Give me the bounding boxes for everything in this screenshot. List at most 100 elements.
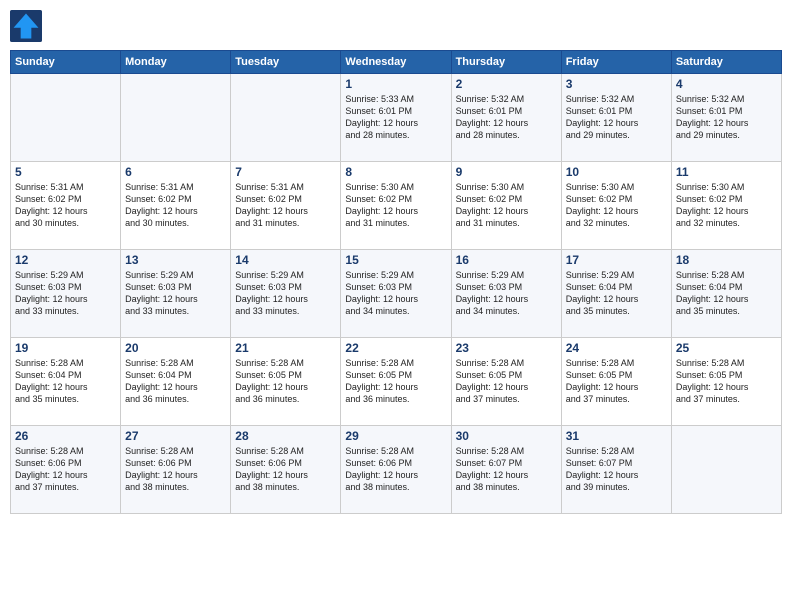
- day-number: 5: [15, 165, 116, 179]
- calendar-cell: 31 Sunrise: 5:28 AM Sunset: 6:07 PM Dayli…: [561, 426, 671, 514]
- calendar-cell: [671, 426, 781, 514]
- calendar-cell: 28 Sunrise: 5:28 AM Sunset: 6:06 PM Dayli…: [231, 426, 341, 514]
- day-info: Sunrise: 5:32 AM Sunset: 6:01 PM Dayligh…: [566, 93, 667, 142]
- calendar-week: 12 Sunrise: 5:29 AM Sunset: 6:03 PM Dayli…: [11, 250, 782, 338]
- day-number: 14: [235, 253, 336, 267]
- calendar-cell: 14Sunrise: 5:29 AM Sunset: 6:03 PM Dayli…: [231, 250, 341, 338]
- calendar-week: 26 Sunrise: 5:28 AM Sunset: 6:06 PM Dayli…: [11, 426, 782, 514]
- calendar-cell: 4 Sunrise: 5:32 AM Sunset: 6:01 PM Daylig…: [671, 74, 781, 162]
- day-info: Sunrise: 5:28 AM Sunset: 6:05 PM Dayligh…: [676, 357, 777, 406]
- calendar-header: SundayMondayTuesdayWednesdayThursdayFrid…: [11, 51, 782, 74]
- calendar-cell: 24 Sunrise: 5:28 AM Sunset: 6:05 PM Dayli…: [561, 338, 671, 426]
- day-number: 31: [566, 429, 667, 443]
- day-number: 26: [15, 429, 116, 443]
- day-info: Sunrise: 5:31 AM Sunset: 6:02 PM Dayligh…: [125, 181, 226, 230]
- calendar-cell: 3 Sunrise: 5:32 AM Sunset: 6:01 PM Daylig…: [561, 74, 671, 162]
- calendar-cell: [121, 74, 231, 162]
- day-number: 12: [15, 253, 116, 267]
- calendar-cell: 1 Sunrise: 5:33 AM Sunset: 6:01 PM Daylig…: [341, 74, 451, 162]
- day-number: 11: [676, 165, 777, 179]
- header-day: Thursday: [451, 51, 561, 74]
- day-info: Sunrise: 5:28 AM Sunset: 6:06 PM Dayligh…: [15, 445, 116, 494]
- calendar-cell: [231, 74, 341, 162]
- day-info: Sunrise: 5:29 AM Sunset: 6:03 PM Dayligh…: [345, 269, 446, 318]
- day-number: 9: [456, 165, 557, 179]
- logo-icon: [10, 10, 42, 42]
- logo: [10, 10, 46, 42]
- header-day: Wednesday: [341, 51, 451, 74]
- day-number: 24: [566, 341, 667, 355]
- calendar-week: 19 Sunrise: 5:28 AM Sunset: 6:04 PM Dayli…: [11, 338, 782, 426]
- day-number: 27: [125, 429, 226, 443]
- header-day: Saturday: [671, 51, 781, 74]
- header-day: Tuesday: [231, 51, 341, 74]
- calendar-cell: 17 Sunrise: 5:29 AM Sunset: 6:04 PM Dayli…: [561, 250, 671, 338]
- calendar-table: SundayMondayTuesdayWednesdayThursdayFrid…: [10, 50, 782, 514]
- day-info: Sunrise: 5:31 AM Sunset: 6:02 PM Dayligh…: [235, 181, 336, 230]
- calendar-cell: 26 Sunrise: 5:28 AM Sunset: 6:06 PM Dayli…: [11, 426, 121, 514]
- day-info: Sunrise: 5:28 AM Sunset: 6:05 PM Dayligh…: [235, 357, 336, 406]
- calendar-cell: 11 Sunrise: 5:30 AM Sunset: 6:02 PM Dayli…: [671, 162, 781, 250]
- page-header: [10, 10, 782, 42]
- day-info: Sunrise: 5:32 AM Sunset: 6:01 PM Dayligh…: [456, 93, 557, 142]
- calendar-cell: 21 Sunrise: 5:28 AM Sunset: 6:05 PM Dayli…: [231, 338, 341, 426]
- calendar-cell: 8Sunrise: 5:30 AM Sunset: 6:02 PM Daylig…: [341, 162, 451, 250]
- day-info: Sunrise: 5:28 AM Sunset: 6:07 PM Dayligh…: [456, 445, 557, 494]
- header-day: Friday: [561, 51, 671, 74]
- calendar-cell: 10 Sunrise: 5:30 AM Sunset: 6:02 PM Dayli…: [561, 162, 671, 250]
- calendar-cell: 30Sunrise: 5:28 AM Sunset: 6:07 PM Dayli…: [451, 426, 561, 514]
- day-number: 6: [125, 165, 226, 179]
- calendar-cell: 20 Sunrise: 5:28 AM Sunset: 6:04 PM Dayli…: [121, 338, 231, 426]
- calendar-cell: 23 Sunrise: 5:28 AM Sunset: 6:05 PM Dayli…: [451, 338, 561, 426]
- day-number: 20: [125, 341, 226, 355]
- day-info: Sunrise: 5:30 AM Sunset: 6:02 PM Dayligh…: [456, 181, 557, 230]
- day-number: 1: [345, 77, 446, 91]
- day-number: 29: [345, 429, 446, 443]
- day-info: Sunrise: 5:28 AM Sunset: 6:04 PM Dayligh…: [125, 357, 226, 406]
- day-info: Sunrise: 5:31 AM Sunset: 6:02 PM Dayligh…: [15, 181, 116, 230]
- day-number: 21: [235, 341, 336, 355]
- day-info: Sunrise: 5:30 AM Sunset: 6:02 PM Dayligh…: [676, 181, 777, 230]
- day-info: Sunrise: 5:30 AM Sunset: 6:02 PM Dayligh…: [566, 181, 667, 230]
- day-number: 10: [566, 165, 667, 179]
- day-info: Sunrise: 5:32 AM Sunset: 6:01 PM Dayligh…: [676, 93, 777, 142]
- calendar-week: 5 Sunrise: 5:31 AM Sunset: 6:02 PM Daylig…: [11, 162, 782, 250]
- day-number: 3: [566, 77, 667, 91]
- day-number: 13: [125, 253, 226, 267]
- day-info: Sunrise: 5:29 AM Sunset: 6:03 PM Dayligh…: [125, 269, 226, 318]
- day-number: 4: [676, 77, 777, 91]
- header-day: Sunday: [11, 51, 121, 74]
- day-info: Sunrise: 5:29 AM Sunset: 6:04 PM Dayligh…: [566, 269, 667, 318]
- header-day: Monday: [121, 51, 231, 74]
- day-info: Sunrise: 5:28 AM Sunset: 6:06 PM Dayligh…: [125, 445, 226, 494]
- calendar-cell: 12Sunrise: 5:29 AM Sunset: 6:03 PM Dayli…: [11, 250, 121, 338]
- calendar-cell: 13 Sunrise: 5:29 AM Sunset: 6:03 PM Dayli…: [121, 250, 231, 338]
- calendar-week: 1 Sunrise: 5:33 AM Sunset: 6:01 PM Daylig…: [11, 74, 782, 162]
- day-number: 25: [676, 341, 777, 355]
- calendar-cell: 15 Sunrise: 5:29 AM Sunset: 6:03 PM Dayli…: [341, 250, 451, 338]
- day-info: Sunrise: 5:29 AM Sunset: 6:03 PM Dayligh…: [456, 269, 557, 318]
- day-number: 19: [15, 341, 116, 355]
- calendar-cell: 6 Sunrise: 5:31 AM Sunset: 6:02 PM Daylig…: [121, 162, 231, 250]
- day-info: Sunrise: 5:33 AM Sunset: 6:01 PM Dayligh…: [345, 93, 446, 142]
- day-info: Sunrise: 5:28 AM Sunset: 6:05 PM Dayligh…: [456, 357, 557, 406]
- day-info: Sunrise: 5:28 AM Sunset: 6:07 PM Dayligh…: [566, 445, 667, 494]
- day-number: 15: [345, 253, 446, 267]
- day-number: 28: [235, 429, 336, 443]
- calendar-cell: 2 Sunrise: 5:32 AM Sunset: 6:01 PM Daylig…: [451, 74, 561, 162]
- day-number: 22: [345, 341, 446, 355]
- day-info: Sunrise: 5:28 AM Sunset: 6:05 PM Dayligh…: [345, 357, 446, 406]
- day-number: 23: [456, 341, 557, 355]
- calendar-cell: 25 Sunrise: 5:28 AM Sunset: 6:05 PM Dayli…: [671, 338, 781, 426]
- day-number: 17: [566, 253, 667, 267]
- day-info: Sunrise: 5:28 AM Sunset: 6:05 PM Dayligh…: [566, 357, 667, 406]
- calendar-cell: 16Sunrise: 5:29 AM Sunset: 6:03 PM Dayli…: [451, 250, 561, 338]
- day-info: Sunrise: 5:28 AM Sunset: 6:06 PM Dayligh…: [235, 445, 336, 494]
- day-info: Sunrise: 5:28 AM Sunset: 6:04 PM Dayligh…: [15, 357, 116, 406]
- day-number: 7: [235, 165, 336, 179]
- calendar-cell: 7 Sunrise: 5:31 AM Sunset: 6:02 PM Daylig…: [231, 162, 341, 250]
- day-info: Sunrise: 5:28 AM Sunset: 6:06 PM Dayligh…: [345, 445, 446, 494]
- day-number: 2: [456, 77, 557, 91]
- calendar-body: 1 Sunrise: 5:33 AM Sunset: 6:01 PM Daylig…: [11, 74, 782, 514]
- calendar-cell: 29 Sunrise: 5:28 AM Sunset: 6:06 PM Dayli…: [341, 426, 451, 514]
